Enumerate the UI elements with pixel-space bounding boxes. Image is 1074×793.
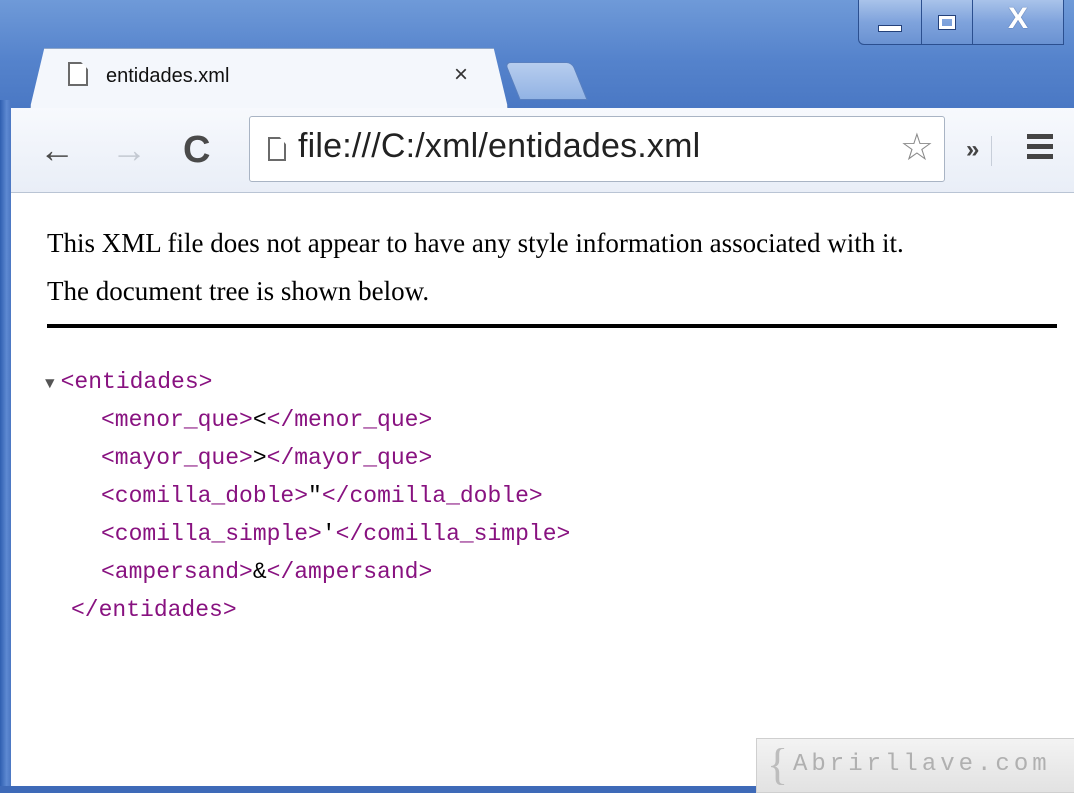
close-tag: </mayor_que>	[266, 445, 433, 471]
tree-row: <mayor_que>></mayor_que>	[101, 439, 432, 477]
open-tag: <menor_que>	[101, 407, 253, 433]
bookmark-star-icon[interactable]: ☆	[900, 125, 934, 170]
tab-close-button[interactable]: ×	[454, 61, 468, 89]
window-left-border	[0, 100, 11, 793]
collapse-triangle-icon[interactable]: ▼	[45, 375, 55, 393]
tree-root-close: </entidades>	[71, 591, 237, 629]
browser-window: X entidades.xml × ← → C file:///C:/xml/e…	[0, 0, 1074, 793]
element-value: >	[252, 445, 267, 471]
document-icon	[68, 62, 88, 86]
back-button[interactable]: ←	[39, 128, 75, 172]
close-button[interactable]: X	[973, 0, 1064, 45]
maximize-icon	[938, 14, 956, 30]
forward-button[interactable]: →	[111, 128, 147, 172]
toolbar: ← → C file:///C:/xml/entidades.xml ☆ »	[11, 108, 1074, 193]
page-content: This XML file does not appear to have an…	[11, 193, 1074, 786]
tree-row: <ampersand>&</ampersand>	[101, 553, 432, 591]
open-tag: <ampersand>	[101, 559, 253, 585]
tab-title: entidades.xml	[106, 65, 230, 87]
close-tag: </comilla_simple>	[335, 521, 571, 547]
url-text[interactable]: file:///C:/xml/entidades.xml	[298, 127, 700, 166]
window-controls: X	[858, 0, 1064, 46]
tree-row: <menor_que><</menor_que>	[101, 401, 432, 439]
xml-info-text: This XML file does not appear to have an…	[47, 228, 904, 306]
element-value: <	[252, 407, 267, 433]
menu-icon[interactable]	[1027, 134, 1053, 160]
divider	[47, 324, 1057, 328]
open-tag: <mayor_que>	[101, 445, 253, 471]
open-tag: <comilla_doble>	[101, 483, 309, 509]
root-close-tag: </entidades>	[71, 597, 237, 623]
close-icon: X	[1007, 2, 1028, 35]
watermark-brace: {	[767, 740, 789, 789]
tree-row: <comilla_simple>'</comilla_simple>	[101, 515, 570, 553]
address-bar[interactable]: file:///C:/xml/entidades.xml ☆	[249, 116, 945, 182]
page-icon	[268, 137, 286, 161]
minimize-icon	[878, 24, 902, 32]
tree-row: <comilla_doble>"</comilla_doble>	[101, 477, 543, 515]
element-value: "	[308, 483, 322, 509]
watermark-text: Abrirllave.com	[793, 751, 1051, 778]
root-open-tag: <entidades>	[60, 369, 213, 395]
close-tag: </menor_que>	[266, 407, 433, 433]
minimize-button[interactable]	[858, 0, 922, 45]
toolbar-divider	[991, 136, 992, 166]
tree-root-open[interactable]: ▼ <entidades>	[45, 363, 212, 401]
element-value: &	[252, 559, 267, 585]
tab-content: entidades.xml ×	[44, 48, 484, 108]
reload-button[interactable]: C	[183, 128, 210, 172]
open-tag: <comilla_simple>	[101, 521, 322, 547]
element-value: '	[321, 521, 336, 547]
extensions-overflow-button[interactable]: »	[966, 136, 979, 164]
close-tag: </ampersand>	[266, 559, 433, 585]
maximize-button[interactable]	[922, 0, 973, 45]
close-tag: </comilla_doble>	[321, 483, 543, 509]
watermark: { Abrirllave.com	[756, 738, 1074, 793]
